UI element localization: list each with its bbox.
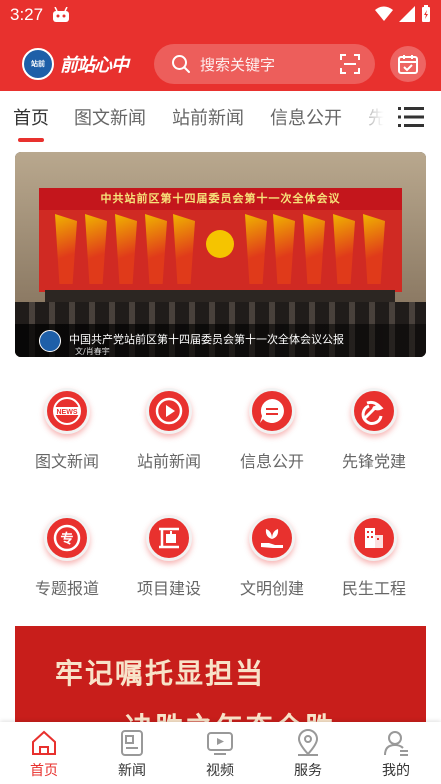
grid-info-disclosure[interactable]: 信息公开: [222, 388, 322, 472]
grid-label: 文明创建: [239, 579, 304, 598]
svg-text:NEWS: NEWS: [57, 409, 78, 416]
party-emblem: [206, 230, 234, 258]
logo-text: 前站心中: [60, 55, 129, 76]
meeting-banner-text: 中共站前区第十四届委员会第十一次全体会议: [100, 192, 341, 205]
promo-line-1: 牢记嘱托显担当: [55, 657, 266, 690]
news-banner[interactable]: 中共站前区第十四届委员会第十一次全体会议 中国共产党站前区第十四届委员会第十一次…: [15, 152, 426, 357]
grid-livelihood[interactable]: 民生工程: [324, 515, 424, 599]
app-notification-icon: [53, 7, 69, 22]
play-icon: [146, 388, 192, 434]
grid-photo-news[interactable]: NEWS 图文新闻: [17, 388, 117, 472]
nav-news[interactable]: 新闻: [97, 728, 167, 780]
app-header: 3:27 站前 前站心中 搜索关键字: [0, 0, 441, 91]
tab-home[interactable]: 首页: [13, 104, 49, 130]
nav-label: 服务: [294, 763, 322, 779]
grid-zhanqian-news[interactable]: 站前新闻: [119, 388, 219, 472]
banner-caption: 中国共产党站前区第十四届委员会第十一次全体会议公报: [69, 333, 344, 346]
grid-label: 民生工程: [341, 579, 406, 598]
tabs-fade: [350, 91, 398, 143]
tv-icon: [207, 732, 233, 755]
status-time: 3:27: [10, 5, 44, 24]
search-icon: [172, 55, 190, 73]
grid-label: 项目建设: [136, 579, 201, 598]
tv-station-logo: [39, 330, 61, 352]
wifi-icon: [375, 6, 393, 21]
grid-label: 信息公开: [239, 452, 304, 471]
banner-subcaption: 文/肖春宇: [75, 347, 110, 356]
tab-zhanqian-news[interactable]: 站前新闻: [172, 104, 244, 130]
calendar-button[interactable]: [390, 46, 426, 82]
grid-civilization[interactable]: 文明创建: [222, 515, 322, 599]
grid-project-construction[interactable]: 项目建设: [119, 515, 219, 599]
grid-label: 先锋党建: [341, 452, 406, 471]
bottom-navigation: 首页 新闻 视频 服务 我的: [0, 722, 441, 784]
grid-special-report[interactable]: 专 专题报道: [17, 515, 117, 599]
newspaper-icon: [121, 730, 143, 756]
nav-label: 新闻: [118, 763, 146, 779]
signal-icon: [399, 6, 415, 22]
news-icon: NEWS: [44, 388, 90, 434]
hand-plant-icon: [249, 515, 295, 561]
grid-label: 专题报道: [34, 579, 99, 598]
menu-icon[interactable]: [398, 105, 424, 129]
scan-icon[interactable]: [339, 53, 361, 75]
grid-label: 站前新闻: [136, 452, 201, 471]
nav-home[interactable]: 首页: [9, 728, 79, 780]
nav-label: 视频: [206, 763, 234, 779]
nav-label: 我的: [382, 763, 410, 779]
nav-profile[interactable]: 我的: [361, 728, 431, 780]
promo-banner[interactable]: 牢记嘱托显担当 决胜之年奋全胜: [15, 626, 426, 736]
category-tabs: 首页 图文新闻 站前新闻 信息公开 先: [0, 91, 441, 143]
home-icon: [32, 730, 56, 755]
nav-label: 首页: [30, 763, 58, 779]
nav-video[interactable]: 视频: [185, 728, 255, 780]
location-icon: [297, 729, 319, 756]
tab-photo-news[interactable]: 图文新闻: [74, 104, 146, 130]
search-placeholder: 搜索关键字: [200, 55, 276, 74]
nav-service[interactable]: 服务: [273, 728, 343, 780]
svg-text:专: 专: [60, 531, 73, 547]
battery-icon: [422, 5, 430, 22]
party-emblem-icon: [351, 388, 397, 434]
status-bar: 3:27: [0, 0, 441, 30]
profile-icon: [384, 731, 408, 756]
tab-info-disclosure[interactable]: 信息公开: [270, 104, 342, 130]
grid-label: 图文新闻: [34, 452, 99, 471]
logo-badge: 站前: [22, 48, 54, 80]
search-bar[interactable]: 搜索关键字: [154, 44, 375, 84]
chat-icon: [249, 388, 295, 434]
grid-vanguard-party[interactable]: 先锋党建: [324, 388, 424, 472]
status-icons: [375, 5, 431, 23]
calendar-check-icon: [398, 55, 418, 74]
active-tab-indicator: [18, 138, 44, 142]
construction-icon: [146, 515, 192, 561]
app-logo[interactable]: 站前 前站心中: [22, 44, 132, 84]
building-icon: [351, 515, 397, 561]
topic-icon: 专: [44, 515, 90, 561]
